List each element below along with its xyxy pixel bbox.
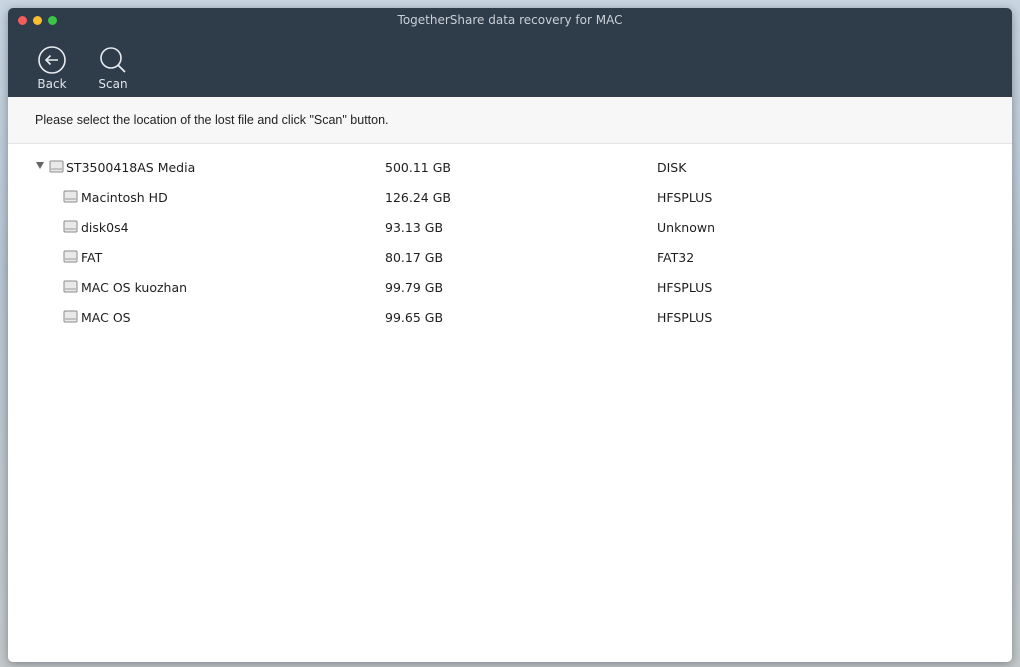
back-icon (38, 46, 66, 74)
back-label: Back (37, 77, 67, 91)
disk-type: DISK (657, 160, 687, 175)
partition-name: MAC OS kuozhan (81, 280, 188, 295)
tree-row-partition[interactable]: MAC OS kuozhan 99.79 GB HFSPLUS (8, 273, 1012, 303)
hard-drive-icon (49, 160, 64, 173)
partition-name: MAC OS (81, 310, 131, 325)
window-title: TogetherShare data recovery for MAC (397, 13, 623, 27)
instruction-text: Please select the location of the lost f… (35, 113, 389, 127)
tree-row-partition[interactable]: MAC OS 99.65 GB HFSPLUS (8, 303, 1012, 333)
partition-size: 93.13 GB (385, 220, 444, 235)
disk-name: ST3500418AS Media (66, 160, 196, 175)
hard-drive-icon (63, 310, 78, 323)
disclosure-triangle-icon[interactable] (36, 162, 44, 169)
drive-tree: ST3500418AS Media 500.11 GB DISK Macinto… (8, 153, 1012, 333)
hard-drive-icon (63, 250, 78, 263)
instruction-bar: Please select the location of the lost f… (8, 97, 1012, 144)
back-button[interactable]: Back (27, 45, 77, 91)
partition-name: disk0s4 (81, 220, 129, 235)
partition-type: HFSPLUS (657, 190, 713, 205)
partition-size: 126.24 GB (385, 190, 451, 205)
hard-drive-icon (63, 280, 78, 293)
partition-type: FAT32 (657, 250, 695, 265)
hard-drive-icon (63, 190, 78, 203)
scan-button[interactable]: Scan (88, 45, 138, 91)
partition-type: HFSPLUS (657, 280, 713, 295)
scan-label: Scan (98, 77, 128, 91)
tree-row-partition[interactable]: Macintosh HD 126.24 GB HFSPLUS (8, 183, 1012, 213)
tree-row-partition[interactable]: FAT 80.17 GB FAT32 (8, 243, 1012, 273)
partition-type: HFSPLUS (657, 310, 713, 325)
tree-row-partition[interactable]: disk0s4 93.13 GB Unknown (8, 213, 1012, 243)
partition-size: 99.79 GB (385, 280, 444, 295)
partition-name: Macintosh HD (81, 190, 168, 205)
title-bar: TogetherShare data recovery for MAC Back… (8, 8, 1012, 97)
app-window: TogetherShare data recovery for MAC Back… (8, 8, 1012, 662)
partition-type: Unknown (657, 220, 716, 235)
hard-drive-icon (63, 220, 78, 233)
search-icon (100, 47, 126, 73)
tree-row-disk[interactable]: ST3500418AS Media 500.11 GB DISK (8, 153, 1012, 183)
partition-name: FAT (81, 250, 103, 265)
partition-size: 80.17 GB (385, 250, 444, 265)
disk-size: 500.11 GB (385, 160, 451, 175)
partition-size: 99.65 GB (385, 310, 444, 325)
